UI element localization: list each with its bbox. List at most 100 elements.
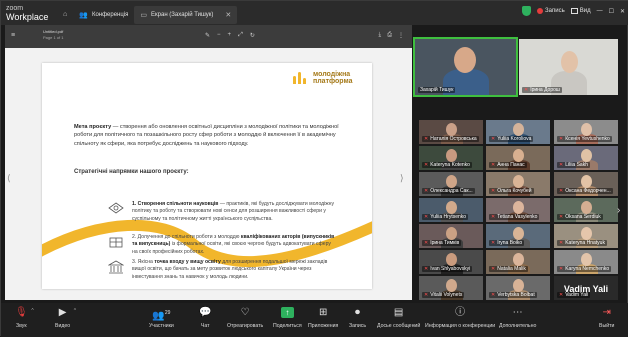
window-close-icon[interactable]: ✕ [620, 8, 625, 15]
more-button[interactable]: ⋯ Дополнительно [499, 307, 536, 329]
participant-tile[interactable]: ✕ Yuliia Koroliova [486, 120, 550, 144]
shared-screen: ≡ Untitled.pdf Page 1 of 1 ✎ − + ⤢ ↻ ⤓ ⎙… [5, 25, 412, 300]
participant-face [561, 51, 578, 73]
audio-button[interactable]: 🎙 Звук ^ [15, 307, 34, 329]
participant-name: Tetiana Vasylenko [497, 214, 538, 220]
chevron-up-icon[interactable]: ^ [74, 308, 76, 314]
mic-muted-icon: ✕ [424, 188, 429, 194]
zoom-in-icon[interactable]: + [228, 32, 232, 39]
participant-tile[interactable]: ✕ Iryna Boiko [486, 224, 550, 248]
participant-tile[interactable]: ✕ Kateryna Hnatyuk [554, 224, 618, 248]
video-button[interactable]: ▶ Видео ^ [55, 307, 76, 329]
participant-name-label: ✕ Iryna Boiko [489, 240, 525, 246]
ellipsis-icon: ⋯ [512, 307, 523, 318]
participant-tile[interactable]: ✕ Оксана Федорчен... [554, 172, 618, 196]
mic-muted-icon: ✕ [559, 162, 564, 168]
participant-name-label: ✕ Yuliia Hrytsenko [422, 214, 469, 220]
maximize-icon[interactable]: ☐ [609, 8, 614, 15]
participant-face [513, 149, 524, 162]
share-button[interactable]: ↑ Поделиться [273, 307, 302, 329]
participant-tile[interactable]: ✕ Ivan Shlyabovskyi [419, 250, 483, 274]
mic-muted-icon: ✕ [491, 292, 496, 298]
apps-button[interactable]: ⊞ Приложения [308, 307, 338, 329]
tab-screen-share[interactable]: ▭ Екран (Захарій Тишук) ✕ [134, 5, 238, 24]
view-button[interactable]: Вид [570, 8, 591, 14]
mic-muted-icon: ✕ [559, 266, 564, 272]
community-icon [108, 202, 124, 214]
tab-screen-share-label: Екран (Захарій Тишук) [151, 11, 214, 18]
mic-muted-icon: ✕ [424, 292, 429, 298]
menu-icon[interactable]: ≡ [11, 32, 15, 39]
pdf-tools-right: ⤓ ⎙ ⋮ [379, 32, 404, 39]
print-icon[interactable]: ⎙ [387, 32, 392, 39]
participant-name: Iryna Boiko [497, 240, 523, 246]
top-bar: zoom Workplace ⌂ 👥 Конференція ▭ Екран (… [1, 1, 628, 25]
tab-conference[interactable]: 👥 Конференція [73, 6, 134, 24]
participant-face [446, 149, 457, 162]
participant-tile[interactable]: ✕ Tetiana Vasylenko [486, 198, 550, 222]
participant-tile[interactable]: ✕ Natalia Malik [486, 250, 550, 274]
logo-line-2: платформа [313, 78, 353, 85]
participant-tile[interactable]: ✕ Vitalii Volynets [419, 276, 483, 300]
record-indicator[interactable]: Запись [537, 8, 565, 14]
chat-icon: 💬 [199, 307, 212, 318]
minimize-icon[interactable]: — [597, 8, 603, 14]
participant-face [513, 201, 524, 214]
participant-tile[interactable]: ✕ Oksana Serdiuk [554, 198, 618, 222]
participant-tile[interactable]: Vadim Yali ✕ Vadim Yali [554, 276, 618, 300]
annotate-icon[interactable]: ✎ [205, 32, 210, 39]
participant-tile[interactable]: ✕ Анна Панас [486, 146, 550, 170]
participant-face [581, 227, 592, 240]
participant-name: Ivan Shlyabovskyi [430, 266, 471, 272]
participant-tile[interactable]: ✕ Verbytska Bolbat [486, 276, 550, 300]
video-tile-second[interactable]: ✕ Ірина Дорош [519, 39, 618, 95]
chevron-up-icon[interactable]: ^ [31, 308, 33, 314]
close-icon[interactable]: ✕ [225, 11, 231, 19]
scroll-left-icon[interactable]: ⟨ [7, 173, 11, 184]
mic-muted-icon: ✕ [424, 240, 429, 246]
participant-name: Karyna Nemchenko [565, 266, 610, 272]
participant-tile[interactable]: ✕ Наталія Островська [419, 120, 483, 144]
share-label: Поделиться [273, 323, 302, 329]
participants-button[interactable]: 👥29 Участники [149, 307, 174, 329]
scroll-right-icon[interactable]: ⟩ [400, 173, 404, 184]
participant-name-label: ✕ Ірина Тимків [422, 240, 462, 246]
participant-name-label: ✕ Kateryna Kotenko [422, 162, 472, 168]
participant-tile[interactable]: ✕ Kateryna Kotenko [419, 146, 483, 170]
participant-name-label: ✕ Oksana Serdiuk [557, 214, 603, 220]
second-name: Ірина Дорош [530, 87, 560, 93]
shield-icon[interactable] [522, 6, 532, 16]
mic-muted-icon: ✕ [559, 240, 564, 246]
mic-muted-icon: 🎙 [15, 307, 28, 318]
video-tile-speaker[interactable]: Захарій Тишук [413, 37, 518, 97]
chat-button[interactable]: 💬 Чат [199, 307, 211, 329]
video-label: Видео [55, 323, 71, 329]
fit-page-icon[interactable]: ⤢ [238, 32, 243, 39]
grid-icon [570, 8, 578, 14]
more-icon[interactable]: ⋮ [398, 32, 404, 39]
participant-tile[interactable]: ✕ Yuliia Hrytsenko [419, 198, 483, 222]
participant-tile[interactable]: ✕ Олександра Сак... [419, 172, 483, 196]
tab-home[interactable]: ⌂ [57, 6, 73, 24]
participant-tile[interactable]: ✕ Ксенія Yevtushenko [554, 120, 618, 144]
participant-name: Verbytska Bolbat [497, 292, 535, 298]
participant-tile[interactable]: ✕ Ольга Кочубей [486, 172, 550, 196]
info-icon: ⓘ [455, 307, 466, 318]
participant-tile[interactable]: ✕ Liliia Sakh [554, 146, 618, 170]
rotate-icon[interactable]: ↻ [250, 32, 255, 39]
messages-button[interactable]: ▤ Досье сообщений [377, 307, 420, 329]
zoom-out-icon[interactable]: − [217, 32, 221, 39]
goal-title: Мета проєкту [74, 124, 112, 130]
participant-name-label: ✕ Tetiana Vasylenko [489, 214, 540, 220]
participant-tile[interactable]: ✕ Karyna Nemchenko [554, 250, 618, 274]
record-button[interactable]: ⏺ Запись [349, 307, 366, 329]
mic-muted-icon: ✕ [491, 214, 496, 220]
react-button[interactable]: ♡ Отреагировать [227, 307, 263, 329]
next-page-icon[interactable]: › [617, 205, 620, 216]
leave-button[interactable]: ⇥ Выйти [599, 307, 614, 329]
info-button[interactable]: ⓘ Информация о конференции [425, 307, 495, 329]
download-icon[interactable]: ⤓ [379, 32, 382, 39]
participant-tile[interactable]: ✕ Ірина Тимків [419, 224, 483, 248]
participant-name-label: ✕ Анна Панас [489, 162, 527, 168]
participant-name: Vadim Yali [565, 292, 589, 298]
